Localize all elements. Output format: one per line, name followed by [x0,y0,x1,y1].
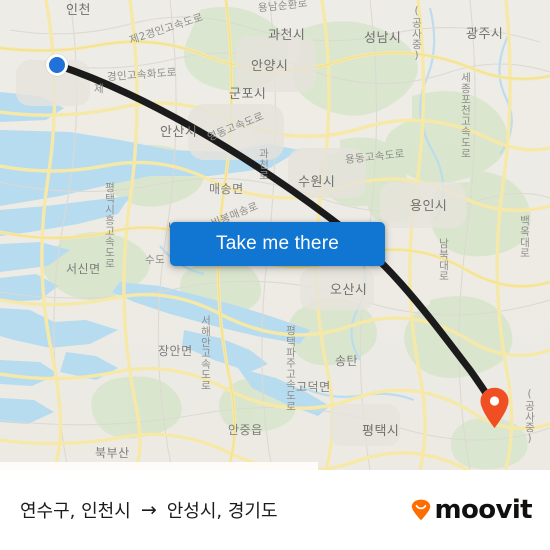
arrow-right-icon: → [140,499,157,521]
moovit-wordmark: moovit [434,495,532,525]
moovit-logo[interactable]: moovit [410,495,533,525]
take-me-there-button[interactable]: Take me there [170,222,385,266]
origin-dot-marker[interactable] [46,54,68,76]
trip-destination-label: 안성시, 경기도 [166,501,278,522]
map-attribution: © OpenStreetMap contributors | © OpenMap… [0,462,318,470]
trip-summary: 연수구, 인천시 → 안성시, 경기도 [20,497,278,523]
trip-origin-label: 연수구, 인천시 [20,501,131,522]
destination-pin-marker[interactable] [479,387,510,429]
moovit-trip-map-screen: 인천 제2경인고속도로 경인고속화도로 제 용남순환로 과천시 안양시 군포시 (공사중) 성남시… [0,0,550,550]
trip-footer: 연수구, 인천시 → 안성시, 경기도 moovit [0,470,550,550]
take-me-there-container: Take me there [170,222,385,266]
moovit-pin-icon [410,499,432,521]
